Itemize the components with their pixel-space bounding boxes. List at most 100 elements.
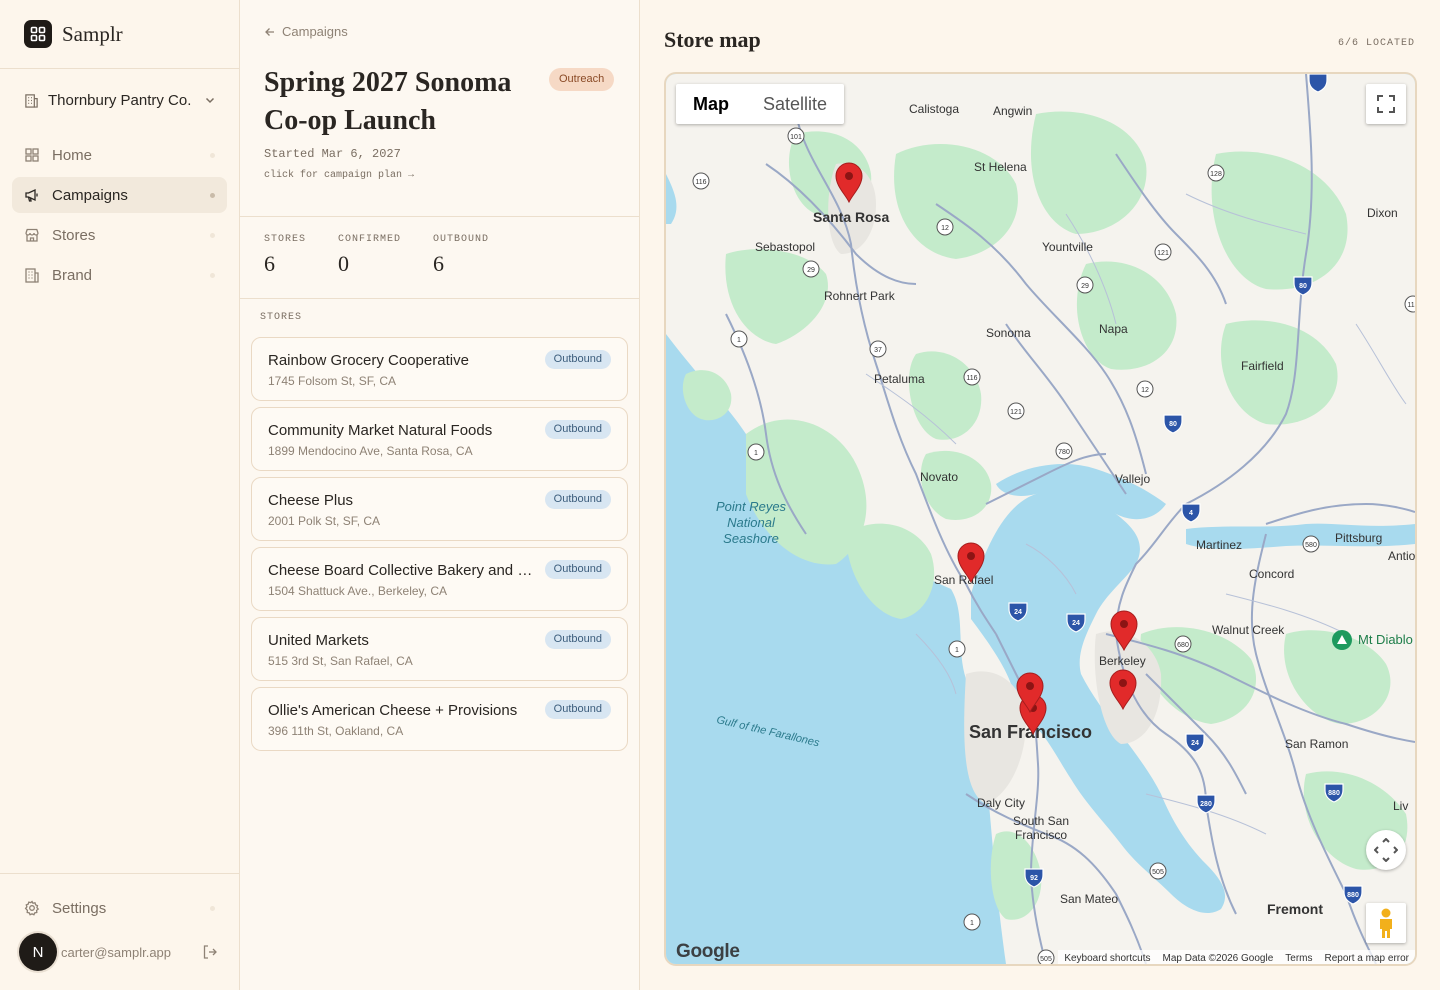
nav-indicator	[210, 906, 215, 911]
divider	[0, 873, 239, 874]
pegman-icon	[1380, 908, 1392, 938]
store-name: Ollie's American Cheese + Provisions	[268, 702, 518, 719]
store-card[interactable]: United Markets 515 3rd St, San Rafael, C…	[251, 617, 628, 681]
nav-label: Campaigns	[52, 186, 128, 204]
fullscreen-button[interactable]	[1366, 84, 1406, 124]
nav-item-campaigns[interactable]: Campaigns	[12, 177, 227, 213]
fullscreen-icon	[1377, 95, 1395, 113]
pan-arrows-icon	[1374, 838, 1398, 862]
back-to-campaigns-link[interactable]: Campaigns	[264, 24, 348, 39]
arrow-left-icon	[265, 27, 274, 36]
nav-indicator	[210, 233, 215, 238]
app-name: Samplr	[62, 21, 123, 46]
store-card[interactable]: Cheese Board Collective Bakery and C... …	[251, 547, 628, 611]
store-map[interactable]: Santa Rosa San Francisco Fremont Calisto…	[664, 72, 1417, 966]
store-name: Community Market Natural Foods	[268, 422, 493, 439]
building-icon	[25, 93, 38, 108]
store-address: 396 11th St, Oakland, CA	[268, 724, 404, 738]
store-list: Rainbow Grocery Cooperative 1745 Folsom …	[251, 337, 628, 757]
report-map-error-link[interactable]: Report a map error	[1325, 953, 1409, 964]
store-marker[interactable]	[957, 542, 985, 584]
store-name: Cheese Plus	[268, 492, 354, 509]
store-card[interactable]: Community Market Natural Foods 1899 Mend…	[251, 407, 628, 471]
stat-label: CONFIRMED	[338, 234, 402, 245]
keyboard-shortcuts-link[interactable]: Keyboard shortcuts	[1064, 953, 1150, 964]
stat-value: 6	[264, 251, 275, 276]
logout-icon[interactable]	[201, 943, 219, 961]
campaign-title: Spring 2027 Sonoma Co-op Launch	[264, 67, 512, 136]
map-data-credit: Map Data ©2026 Google	[1162, 952, 1274, 964]
org-switcher[interactable]: Thornbury Pantry Co.	[24, 88, 216, 112]
main-nav: Home Campaigns Stores Brand	[12, 137, 227, 297]
store-icon	[25, 228, 39, 242]
store-address: 1504 Shattuck Ave., Berkeley, CA	[268, 584, 447, 598]
grid-icon	[25, 148, 39, 162]
store-status-badge: Outbound	[544, 700, 611, 719]
map-type-map-button[interactable]: Map	[676, 84, 746, 124]
nav-item-settings[interactable]: Settings	[12, 890, 227, 926]
org-name: Thornbury Pantry Co.	[48, 91, 192, 109]
avatar[interactable]: N	[19, 933, 57, 971]
user-email: carter@samplr.app	[61, 944, 172, 960]
store-status-badge: Outbound	[544, 420, 611, 439]
store-card[interactable]: Ollie's American Cheese + Provisions 396…	[251, 687, 628, 751]
logo-icon	[24, 20, 52, 48]
store-marker[interactable]	[835, 162, 863, 204]
located-count: 6/6 LOCATED	[1337, 38, 1415, 49]
map-type-satellite-button[interactable]: Satellite	[746, 84, 844, 124]
map-type-control: Map Satellite	[676, 84, 845, 124]
nav-indicator	[210, 153, 215, 158]
nav-label: Home	[52, 146, 93, 164]
nav-item-brand[interactable]: Brand	[12, 257, 227, 293]
nav-label: Brand	[52, 266, 93, 284]
store-card[interactable]: Rainbow Grocery Cooperative 1745 Folsom …	[251, 337, 628, 401]
camera-control-button[interactable]	[1366, 830, 1406, 870]
campaign-start-date: Started Mar 6, 2027	[264, 147, 401, 161]
nav-indicator	[210, 193, 215, 198]
sidebar: Samplr Thornbury Pantry Co. Home Campaig…	[0, 0, 240, 990]
store-status-badge: Outbound	[544, 350, 611, 369]
nav-item-stores[interactable]: Stores	[12, 217, 227, 253]
stat-value: 0	[338, 251, 349, 276]
store-address: 515 3rd St, San Rafael, CA	[268, 654, 413, 668]
store-status-badge: Outbound	[544, 560, 611, 579]
stat-value: 6	[433, 251, 444, 276]
megaphone-icon	[25, 188, 38, 202]
nav-item-home[interactable]: Home	[12, 137, 227, 173]
building-icon	[25, 268, 39, 283]
divider	[0, 68, 239, 69]
chevron-down-icon[interactable]	[204, 94, 216, 106]
store-card[interactable]: Cheese Plus 2001 Polk St, SF, CA Outboun…	[251, 477, 628, 541]
store-name: Cheese Board Collective Bakery and C...	[268, 562, 536, 579]
store-markers	[835, 162, 1138, 736]
store-status-badge: Outbound	[544, 490, 611, 509]
store-address: 1745 Folsom St, SF, CA	[268, 374, 397, 388]
store-status-badge: Outbound	[544, 630, 611, 649]
nav-label: Stores	[52, 226, 96, 244]
brand[interactable]: Samplr	[24, 20, 123, 48]
user-account: N carter@samplr.app	[19, 933, 219, 971]
store-name: United Markets	[268, 632, 369, 649]
campaign-panel: Campaigns Spring 2027 Sonoma Co-op Launc…	[240, 0, 640, 990]
terms-link[interactable]: Terms	[1285, 953, 1312, 964]
stat-stores: STORES 6	[264, 234, 306, 277]
store-marker[interactable]	[1110, 610, 1138, 652]
stat-confirmed: CONFIRMED 0	[338, 234, 401, 277]
nav-indicator	[210, 273, 215, 278]
street-view-pegman-button[interactable]	[1366, 903, 1406, 943]
store-address: 2001 Polk St, SF, CA	[268, 514, 381, 528]
stores-heading: STORES	[260, 312, 303, 323]
settings-label: Settings	[52, 899, 107, 917]
status-badge: Outreach	[549, 68, 615, 91]
campaign-plan-link[interactable]: click for campaign plan →	[264, 170, 414, 181]
store-name: Rainbow Grocery Cooperative	[268, 352, 469, 369]
stat-label: STORES	[264, 234, 307, 245]
stat-label: OUTBOUND	[433, 234, 490, 245]
store-marker[interactable]	[1109, 669, 1137, 711]
google-logo: Google	[676, 941, 740, 962]
store-address: 1899 Mendocino Ave, Santa Rosa, CA	[268, 444, 473, 458]
gear-icon	[24, 900, 40, 916]
map-title: Store map	[664, 27, 761, 52]
divider	[240, 298, 639, 299]
stat-outbound: OUTBOUND 6	[433, 234, 489, 277]
